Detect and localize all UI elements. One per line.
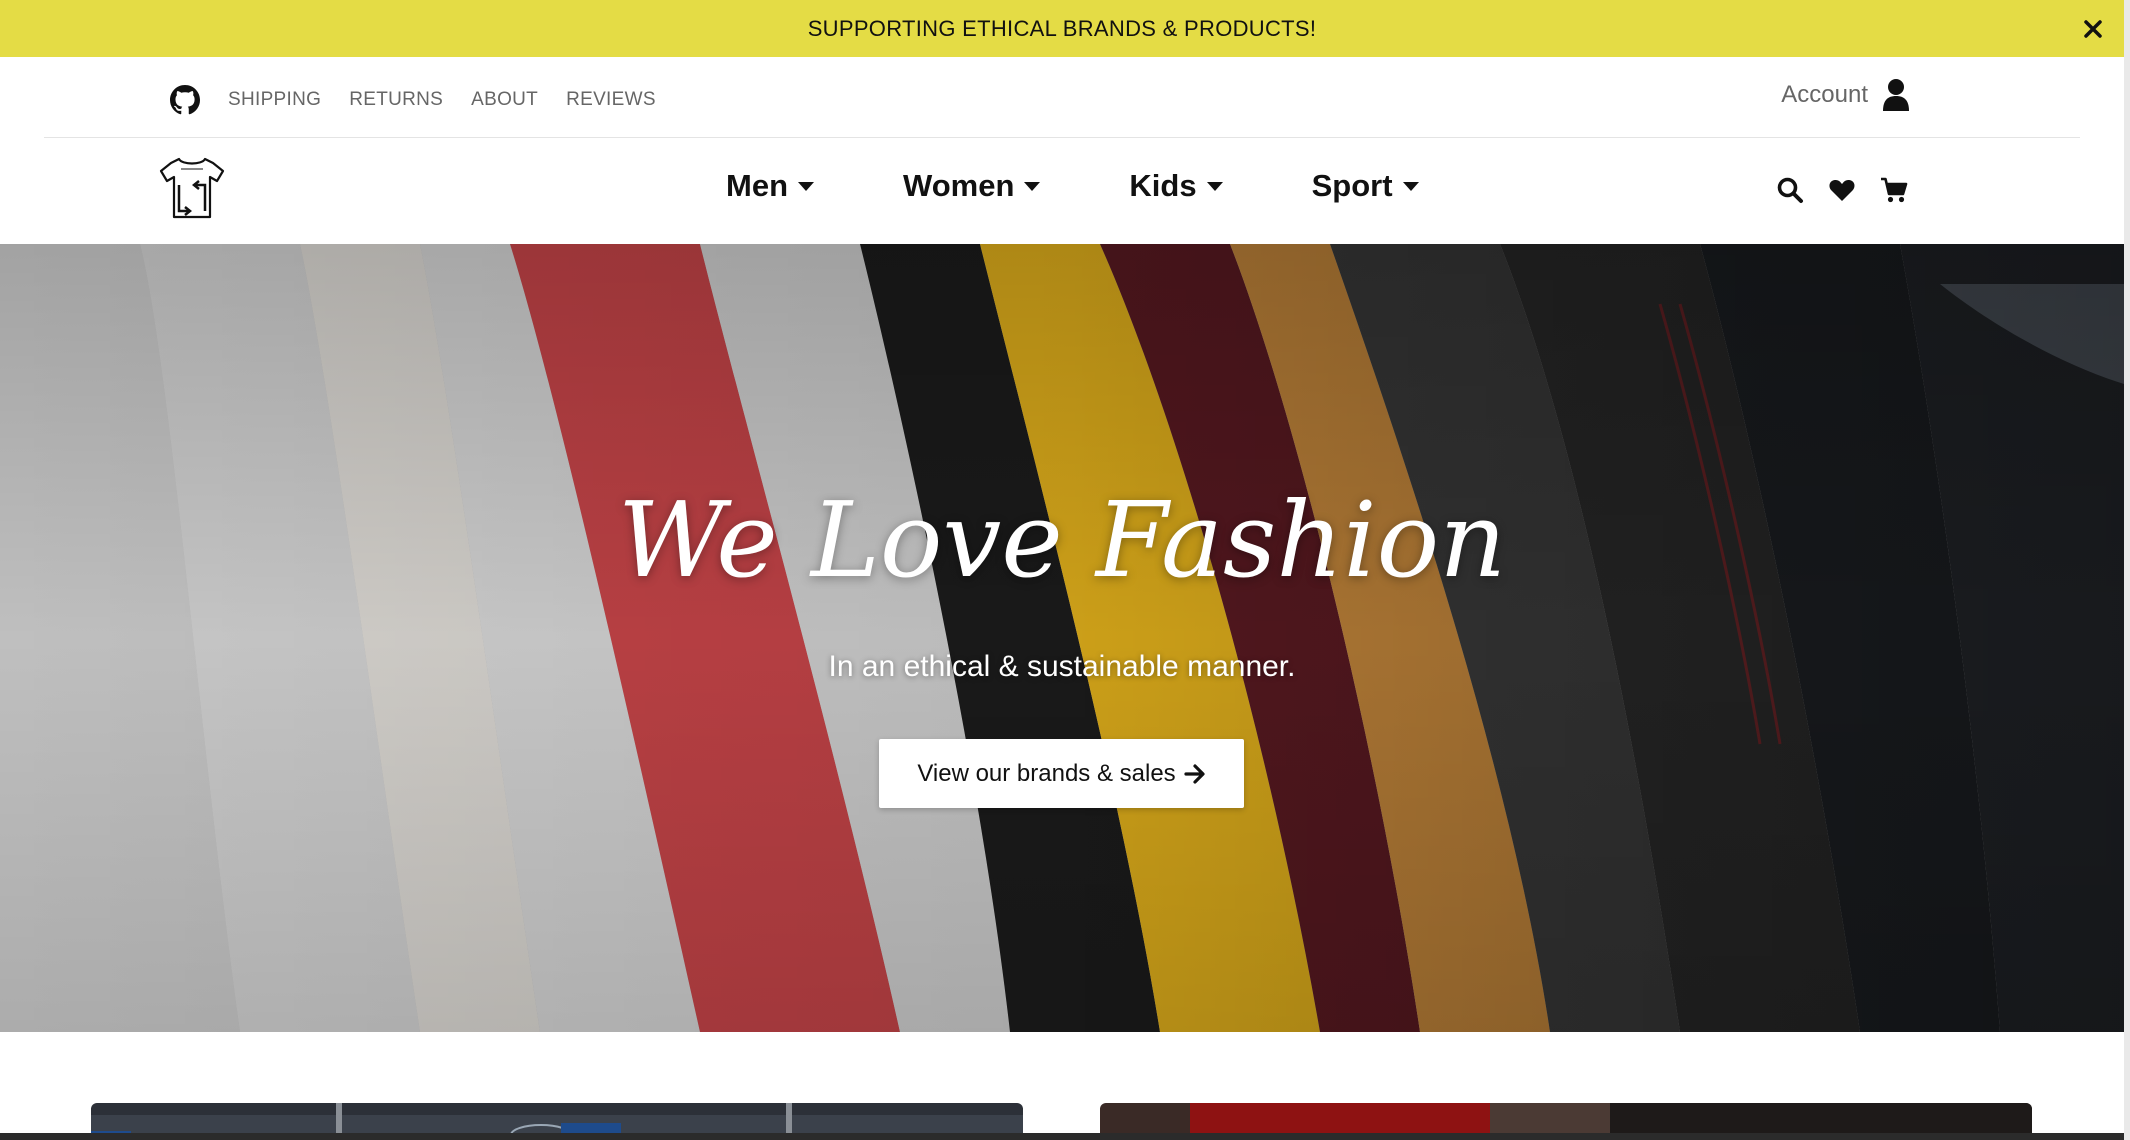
main-nav: Men Women Kids Sport	[0, 138, 2124, 244]
view-brands-button[interactable]: View our brands & sales	[879, 739, 1244, 808]
menu-label: Sport	[1311, 168, 1393, 203]
menu-label: Men	[726, 168, 788, 203]
utility-links: SHIPPING RETURNS ABOUT REVIEWS	[170, 85, 670, 115]
reviews-link[interactable]: REVIEWS	[566, 89, 656, 111]
page: SUPPORTING ETHICAL BRANDS & PRODUCTS! SH…	[0, 0, 2124, 1140]
menu-sport[interactable]: Sport	[1312, 168, 1420, 204]
menu-kids[interactable]: Kids	[1129, 168, 1223, 204]
logo-icon[interactable]	[159, 155, 225, 221]
shipping-link[interactable]: SHIPPING	[228, 89, 321, 111]
hero-subtitle: In an ethical & sustainable manner.	[828, 650, 1296, 683]
hero-background-image	[0, 244, 2124, 1032]
category-menu: Men Women Kids Sport	[726, 168, 1508, 204]
announcement-bar: SUPPORTING ETHICAL BRANDS & PRODUCTS!	[0, 0, 2124, 57]
cart-icon[interactable]	[1880, 176, 1908, 204]
menu-label: Women	[903, 168, 1015, 203]
button-label: View our brands & sales	[917, 759, 1176, 787]
heart-icon[interactable]	[1828, 176, 1856, 204]
github-icon[interactable]	[170, 85, 200, 115]
caret-down-icon	[1206, 182, 1223, 191]
account-label: Account	[1781, 81, 1868, 108]
bottom-bar	[0, 1133, 2124, 1140]
menu-men[interactable]: Men	[726, 168, 815, 204]
hero-banner: We Love Fashion In an ethical & sustaina…	[0, 244, 2124, 1032]
hero-title: We Love Fashion	[617, 479, 1507, 601]
about-link[interactable]: ABOUT	[471, 89, 538, 111]
announcement-text: SUPPORTING ETHICAL BRANDS & PRODUCTS!	[807, 15, 1317, 41]
arrow-right-icon	[1184, 763, 1205, 784]
user-icon	[1883, 79, 1909, 111]
scrollbar[interactable]	[2124, 0, 2130, 1140]
caret-down-icon	[798, 182, 814, 191]
caret-down-icon	[1402, 182, 1419, 191]
close-icon[interactable]	[2078, 14, 2108, 44]
returns-link[interactable]: RETURNS	[349, 89, 443, 111]
utility-bar: SHIPPING RETURNS ABOUT REVIEWS Account	[44, 57, 2080, 138]
menu-women[interactable]: Women	[903, 168, 1041, 204]
nav-actions	[1776, 176, 1932, 204]
search-icon[interactable]	[1776, 176, 1804, 204]
caret-down-icon	[1024, 182, 1041, 191]
menu-label: Kids	[1129, 168, 1197, 203]
account-link[interactable]: Account	[1781, 78, 1910, 112]
